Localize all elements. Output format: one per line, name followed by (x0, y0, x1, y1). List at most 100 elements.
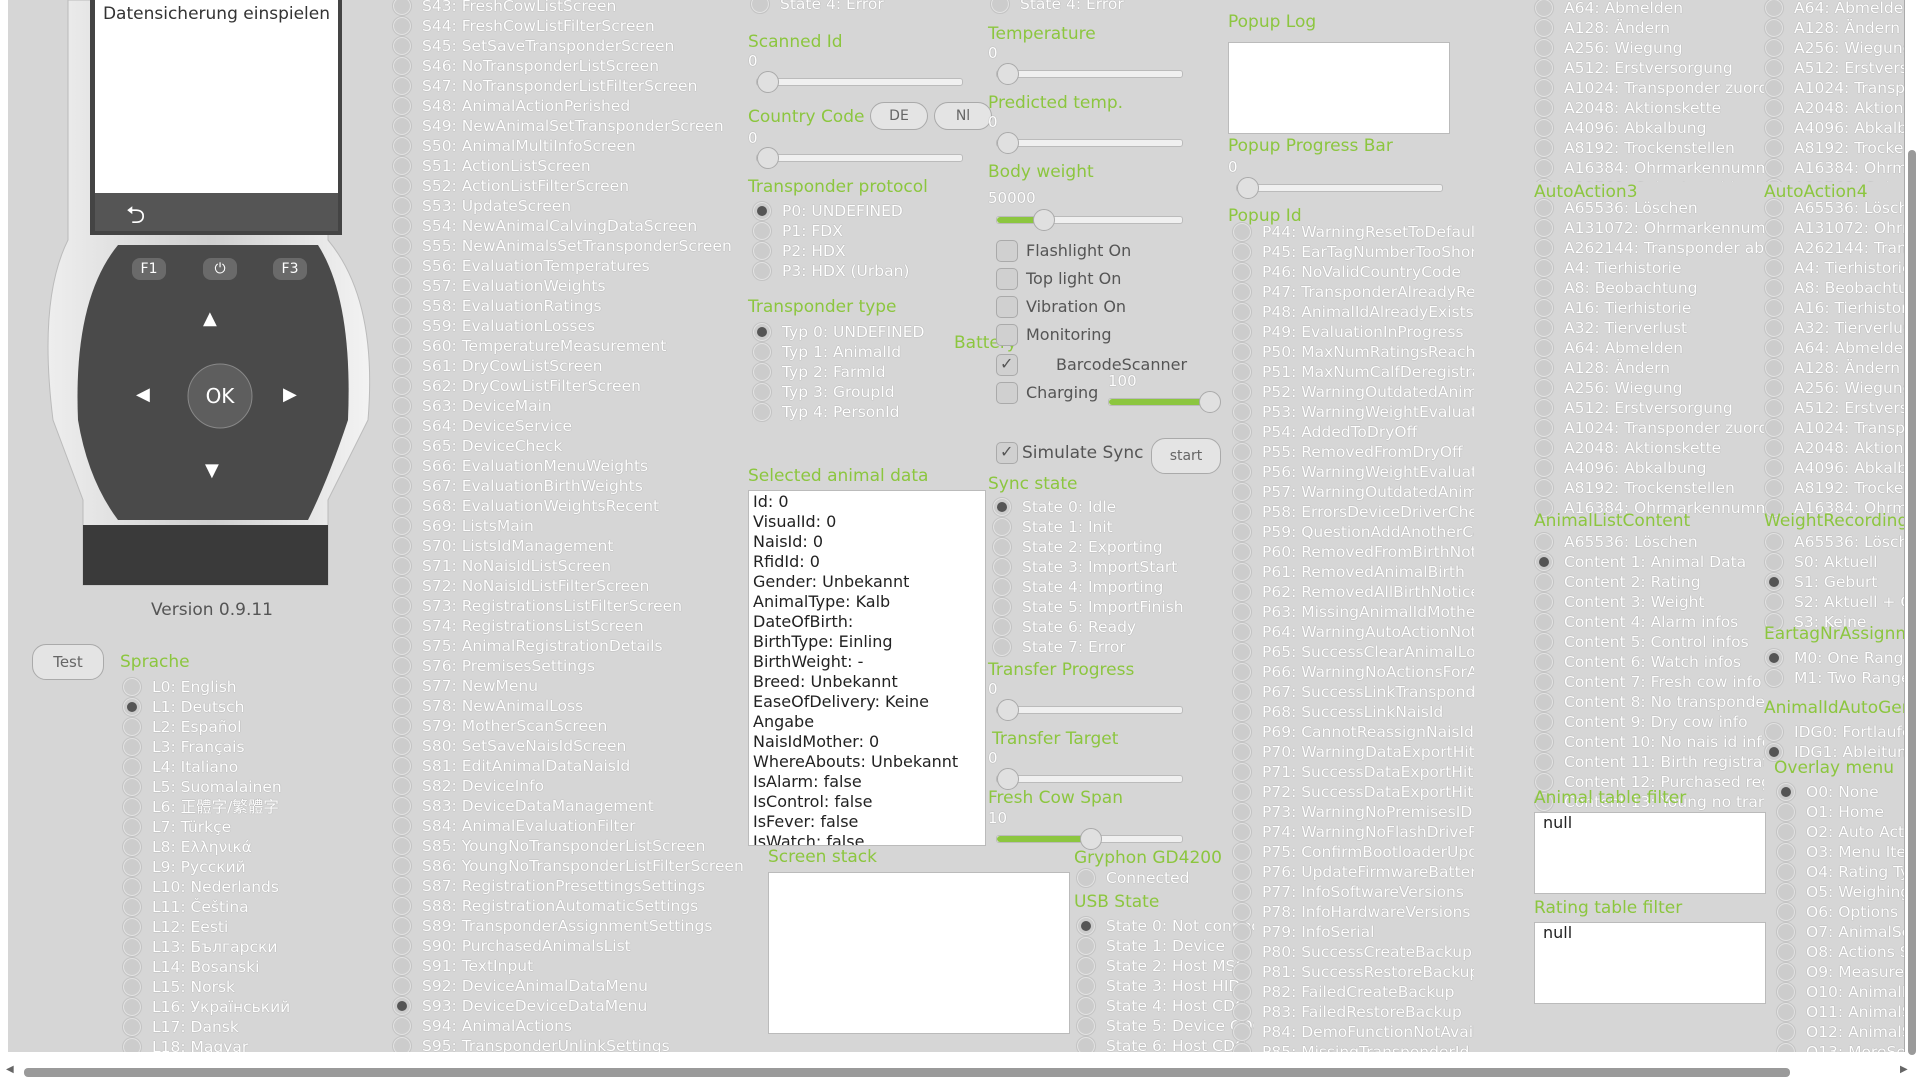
auto-action-3-radio-item[interactable]: A8192: Trockenstellen (1534, 478, 1764, 498)
screen-radio-item[interactable]: S87: RegistrationPresettingsSettings (392, 876, 752, 896)
overlay-menu-radio-item[interactable]: O1: Home (1776, 802, 1904, 822)
auto-action-4-radio-item[interactable]: A512: Erstversorgung (1764, 398, 1904, 418)
radio-button-icon[interactable] (392, 436, 412, 456)
horizontal-scrollbar[interactable] (24, 1068, 1790, 1077)
language-radio-item[interactable]: L0: English (122, 677, 382, 697)
auto-action-2-radio-item[interactable]: A128: Ändern (1534, 18, 1764, 38)
popup-id-radio-item[interactable]: P71: SuccessDataExportHitBirth (1232, 762, 1474, 782)
radio-button-icon[interactable] (1076, 1036, 1096, 1052)
radio-button-icon[interactable] (752, 322, 772, 342)
screen-radio-item[interactable]: S60: TemperatureMeasurement (392, 336, 752, 356)
auto-action-2b-radio-item[interactable]: A256: Wiegung (1764, 38, 1904, 58)
radio-button-icon[interactable] (122, 717, 142, 737)
radio-button-icon[interactable] (1764, 138, 1784, 158)
radio-button-icon[interactable] (1076, 936, 1096, 956)
animal-list-content-radio-item[interactable]: Content 10: No nais id info (1534, 732, 1764, 752)
animal-list-content-radio-item[interactable]: Content 3: Weight (1534, 592, 1764, 612)
popup-id-radio-item[interactable]: P80: SuccessCreateBackup (1232, 942, 1474, 962)
screen-radio-item[interactable]: S59: EvaluationLosses (392, 316, 752, 336)
radio-button-icon[interactable] (1534, 78, 1554, 98)
popup-id-radio-item[interactable]: P58: ErrorsDeviceDriverCheck (1232, 502, 1474, 522)
radio-button-icon[interactable] (1776, 822, 1796, 842)
radio-button-icon[interactable] (1232, 842, 1252, 862)
transponder-type-radio-item[interactable]: Typ 2: FarmId (752, 362, 962, 382)
radio-button-icon[interactable] (1764, 378, 1784, 398)
scroll-right-icon[interactable]: ▶ (1900, 1064, 1908, 1075)
screen-radio-item[interactable]: S72: NoNaisIdListFilterScreen (392, 576, 752, 596)
radio-button-icon[interactable] (1232, 622, 1252, 642)
radio-button-icon[interactable] (1232, 462, 1252, 482)
auto-action-4-radio-item[interactable]: A128: Ändern (1764, 358, 1904, 378)
overlay-menu-radio-item[interactable]: O6: Options (1776, 902, 1904, 922)
radio-button-icon[interactable] (1776, 1042, 1796, 1052)
animal-list-content-radio-item[interactable]: Content 4: Alarm infos (1534, 612, 1764, 632)
radio-button-icon[interactable] (1764, 0, 1784, 18)
screen-radio-item[interactable]: S71: NoNaisIdListScreen (392, 556, 752, 576)
radio-button-icon[interactable] (1232, 862, 1252, 882)
screen-radio-item[interactable]: S63: DeviceMain (392, 396, 752, 416)
popup-id-radio-item[interactable]: P74: WarningNoFlashDrivePresent (1232, 822, 1474, 842)
radio-button-icon[interactable] (1764, 58, 1784, 78)
radio-button-icon[interactable] (122, 817, 142, 837)
sync-state-radio-item[interactable]: State 7: Error (992, 637, 1212, 657)
radio-button-icon[interactable] (1232, 282, 1252, 302)
popup-id-radio-item[interactable]: P82: FailedCreateBackup (1232, 982, 1474, 1002)
radio-button-icon[interactable] (392, 476, 412, 496)
screen-radio-item[interactable]: S55: NewAnimalsSetTransponderScreen (392, 236, 752, 256)
radio-button-icon[interactable] (1232, 482, 1252, 502)
radio-button-icon[interactable] (1076, 956, 1096, 976)
radio-button-icon[interactable] (1534, 338, 1554, 358)
transponder-type-radio-item[interactable]: Typ 0: UNDEFINED (752, 322, 962, 342)
screen-radio-item[interactable]: S62: DryCowListFilterScreen (392, 376, 752, 396)
overlay-menu-radio-item[interactable]: O7: AnimalSearch (1776, 922, 1904, 942)
screen-radio-item[interactable]: S46: NoTransponderListScreen (392, 56, 752, 76)
radio-button-icon[interactable] (392, 776, 412, 796)
radio-button-icon[interactable] (1232, 662, 1252, 682)
popup-id-radio-item[interactable]: P66: WarningNoActionsForAnimal (1232, 662, 1474, 682)
radio-button-icon[interactable] (752, 362, 772, 382)
radio-button-icon[interactable] (122, 917, 142, 937)
radio-button-icon[interactable] (1534, 98, 1554, 118)
radio-button-icon[interactable] (392, 996, 412, 1016)
radio-button-icon[interactable] (392, 896, 412, 916)
auto-action-3-radio-item[interactable]: A1024: Transponder zuordnen (1534, 418, 1764, 438)
radio-button-icon[interactable] (1232, 642, 1252, 662)
radio-button-icon[interactable] (122, 997, 142, 1017)
popup-id-radio-item[interactable]: P48: AnimalIdAlreadyExistsContinue (1232, 302, 1474, 322)
radio-button-icon[interactable] (1764, 478, 1784, 498)
radio-button-icon[interactable] (1764, 572, 1784, 592)
screen-radio-item[interactable]: S92: DeviceAnimalDataMenu (392, 976, 752, 996)
radio-button-icon[interactable] (1776, 962, 1796, 982)
popup-id-radio-item[interactable]: P53: WarningWeightEvaluationSingle (1232, 402, 1474, 422)
radio-button-icon[interactable] (392, 556, 412, 576)
radio-button-icon[interactable] (1534, 632, 1554, 652)
radio-button-icon[interactable] (1776, 982, 1796, 1002)
overlay-menu-radio-item[interactable]: O8: Actions Settings (1776, 942, 1904, 962)
radio-button-icon[interactable] (392, 456, 412, 476)
radio-button-icon[interactable] (1764, 592, 1784, 612)
popup-progress-slider[interactable] (1236, 177, 1443, 199)
test-button[interactable]: Test (32, 644, 104, 680)
checkbox-icon[interactable] (996, 240, 1018, 262)
radio-button-icon[interactable] (1764, 18, 1784, 38)
checkbox-icon[interactable] (996, 324, 1018, 346)
usb-state-radio-item[interactable]: State 3: Host HID (1076, 976, 1254, 996)
auto-action-3-radio-item[interactable]: A4096: Abkalbung (1534, 458, 1764, 478)
language-radio-item[interactable]: L15: Norsk (122, 977, 382, 997)
auto-action-4-radio-item[interactable]: A8192: Trockenstellen (1764, 478, 1904, 498)
radio-button-icon[interactable] (122, 937, 142, 957)
overlay-menu-radio-item[interactable]: O0: None (1776, 782, 1904, 802)
auto-action-4-radio-item[interactable]: A1024: Transponder (1764, 418, 1904, 438)
radio-button-icon[interactable] (392, 816, 412, 836)
popup-id-radio-item[interactable]: P51: MaxNumCalfDeregistrationsReached (1232, 362, 1474, 382)
overlay-menu-radio-item[interactable]: O13: MoreSettings (1776, 1042, 1904, 1052)
auto-action-4-radio-item[interactable]: A262144: Transponder (1764, 238, 1904, 258)
radio-button-icon[interactable] (122, 957, 142, 977)
radio-button-icon[interactable] (1534, 752, 1554, 772)
weight-recording-radio-item[interactable]: S2: Aktuell + Geburt (1764, 592, 1904, 612)
popup-id-radio-item[interactable]: P50: MaxNumRatingsReached (1232, 342, 1474, 362)
screen-radio-item[interactable]: S52: ActionListFilterScreen (392, 176, 752, 196)
overlay-menu-radio-item[interactable]: O12: AnimalSearch (1776, 1022, 1904, 1042)
auto-action-3-radio-item[interactable]: A65536: Löschen (1534, 198, 1764, 218)
slider-knob[interactable] (997, 132, 1019, 154)
